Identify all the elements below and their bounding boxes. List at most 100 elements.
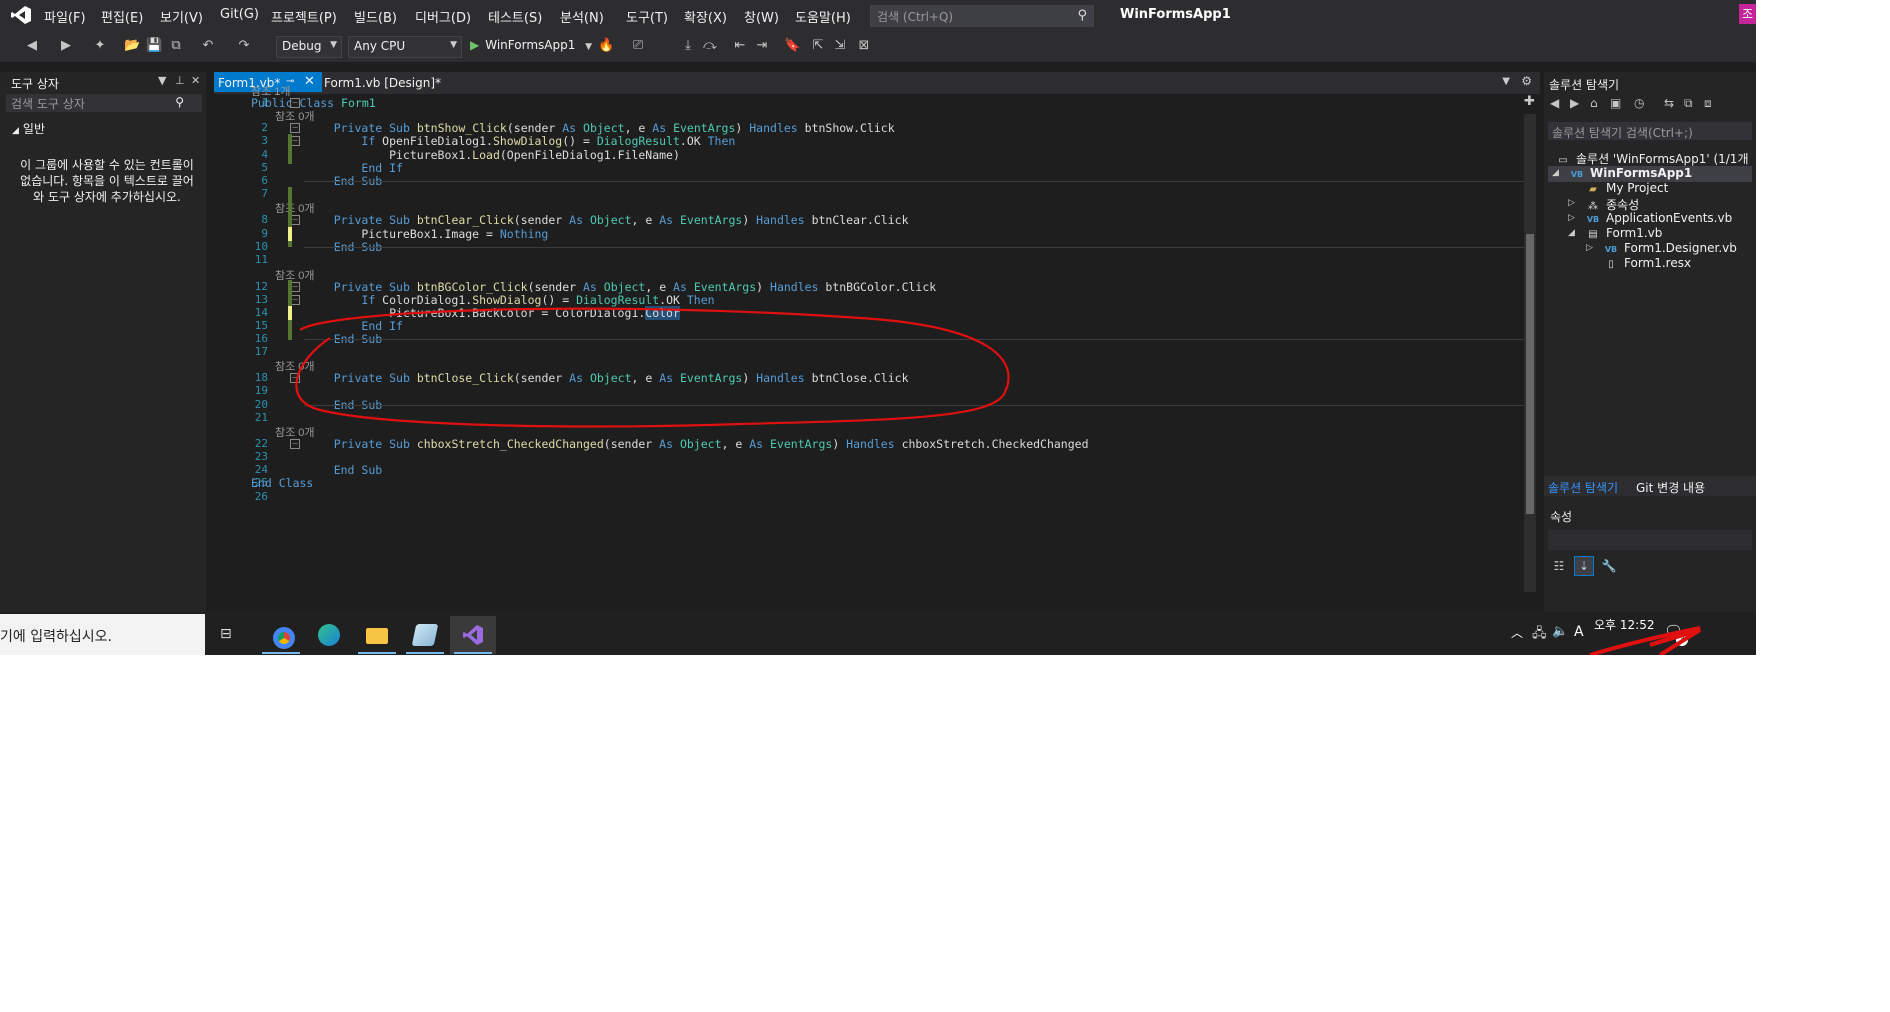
edge-app-icon[interactable] [306,616,352,654]
menu-tools[interactable]: 도구(T) [626,7,668,26]
scrollbar-thumb[interactable] [1526,234,1534,514]
chevron-down-icon[interactable]: ▼ [158,74,166,87]
task-view-icon[interactable]: ⊟ [220,626,238,642]
tree-item-form1[interactable]: ◢ ▤ Form1.vb [1568,226,1662,240]
pin-icon[interactable]: ⊥ [175,74,185,87]
fold-toggle-icon[interactable]: − [290,439,300,449]
toolbox-search-input[interactable]: 검색 도구 상자 ⚲ [6,94,202,112]
search-input[interactable]: 검색 (Ctrl+Q) ⚲ [870,5,1094,27]
tree-item-form1-resx[interactable]: ▯ Form1.resx [1604,256,1691,270]
properties-object-select[interactable] [1548,530,1752,550]
chrome-app-icon[interactable] [258,616,304,654]
start-debugging-button[interactable]: ▶ WinFormsApp1 ▼ [470,38,592,52]
chevron-down-icon[interactable]: ▼ [1502,76,1510,87]
collapse-all-icon[interactable]: ⧉ [1684,96,1693,111]
save-icon[interactable]: 💾 [146,38,162,54]
property-pages-icon[interactable]: 🔧 [1600,557,1618,575]
expand-arrow-icon[interactable]: ▷ [1568,213,1575,223]
open-file-icon[interactable]: 📂 [124,38,140,54]
categorized-icon[interactable]: ☷ [1550,557,1568,575]
step-over-icon[interactable]: ⤼ [702,38,718,54]
menu-project[interactable]: 프로젝트(P) [271,7,337,26]
hot-reload-icon[interactable]: 🔥 [598,38,614,54]
code-editor[interactable]: 참조 1개 1− Public Class Form1 참조 0개 2− Private… [214,86,1540,612]
close-icon[interactable]: ✕ [191,74,200,87]
code-line[interactable]: Private Sub btnClose_Click(sender As Obj… [306,371,909,385]
forward-icon[interactable]: ▶ [1570,96,1579,110]
prev-bookmark-icon[interactable]: ⇱ [810,38,826,54]
configuration-select[interactable]: Debug ▼ [276,36,342,58]
tree-item-my-project[interactable]: ▰ My Project [1586,181,1668,195]
switch-views-icon[interactable]: ▣ [1610,96,1621,110]
code-line[interactable]: PictureBox1.Image = Nothing [306,227,548,241]
menu-help[interactable]: 도움말(H) [795,7,851,26]
gear-icon[interactable]: ⚙ [1521,74,1532,88]
editor-scrollbar[interactable] [1524,114,1536,592]
code-line[interactable]: Private Sub chboxStretch_CheckedChanged(… [306,437,1089,451]
back-icon[interactable]: ◀ [1550,96,1559,110]
taskbar-clock[interactable]: 오후 12:52 [1594,616,1654,633]
tree-project[interactable]: ◢ VB WinFormsApp1 [1552,166,1692,180]
clear-bookmarks-icon[interactable]: ⊠ [856,38,872,54]
navigate-back-icon[interactable]: ◀ [24,38,40,54]
next-bookmark-icon[interactable]: ⇲ [832,38,848,54]
menu-git[interactable]: Git(G) [220,7,259,22]
code-line[interactable]: Private Sub btnBGColor_Click(sender As O… [306,280,936,294]
notes-app-icon[interactable] [402,616,448,654]
account-avatar[interactable]: 조 [1739,4,1756,24]
collapse-arrow-icon[interactable]: ◢ [1568,228,1575,238]
tree-item-form1-designer[interactable]: ▷ VB Form1.Designer.vb [1586,241,1737,255]
split-editor-icon[interactable]: ✚ [1524,94,1535,109]
toolbox-group-general[interactable]: ◢ 일반 [12,120,45,137]
home-icon[interactable]: ⌂ [1590,96,1598,110]
menu-debug[interactable]: 디버그(D) [415,7,471,26]
file-explorer-app-icon[interactable] [354,616,400,654]
close-icon[interactable]: ✕ [304,74,315,89]
visual-studio-logo-icon[interactable] [10,5,32,25]
menu-extensions[interactable]: 확장(X) [684,7,727,26]
menu-file[interactable]: 파일(F) [44,7,86,26]
code-line[interactable]: End If [306,161,403,175]
menu-build[interactable]: 빌드(B) [354,7,397,26]
menu-edit[interactable]: 편집(E) [101,7,143,26]
indent-icon[interactable]: ⇥ [754,38,770,54]
code-line[interactable]: End Class [251,476,313,490]
navigate-forward-icon[interactable]: ▶ [58,38,74,54]
ime-indicator[interactable]: A [1574,624,1584,640]
volume-icon[interactable]: 🔈 [1552,624,1568,639]
visual-studio-app-icon[interactable] [450,616,496,654]
expand-arrow-icon[interactable]: ▷ [1586,243,1593,253]
tab-form1-design[interactable]: Form1.vb [Design]* [324,72,524,92]
tree-solution-root[interactable]: ▭ 솔루션 'WinFormsApp1' (1/1개 [1556,150,1748,167]
sync-icon[interactable]: ⇆ [1664,96,1674,110]
show-all-files-icon[interactable]: ⧈ [1704,96,1712,111]
menu-test[interactable]: 테스트(S) [488,7,542,26]
step-into-icon[interactable]: ⤓ [680,38,696,54]
bookmark-icon[interactable]: 🔖 [784,38,800,54]
fold-toggle-icon[interactable]: − [290,123,300,133]
network-icon[interactable]: 🖧 [1532,624,1547,646]
tab-git-changes[interactable]: Git 변경 내용 [1636,479,1705,496]
fold-toggle-icon[interactable]: − [290,373,300,383]
menu-window[interactable]: 창(W) [744,7,779,26]
code-line[interactable]: PictureBox1.BackColor = ColorDialog1.Col… [306,306,680,320]
tab-solution-explorer[interactable]: 솔루션 탐색기 [1548,479,1618,496]
taskbar-search-box[interactable]: 기에 입력하십시오. [0,614,205,655]
platform-select[interactable]: Any CPU ▼ [348,36,462,58]
outdent-icon[interactable]: ⇤ [732,38,748,54]
code-line[interactable]: If OpenFileDialog1.ShowDialog() = Dialog… [306,134,735,148]
tree-item-application-events[interactable]: ▷ VB ApplicationEvents.vb [1568,211,1732,225]
expand-arrow-icon[interactable]: ▷ [1568,198,1575,208]
collapse-arrow-icon[interactable]: ◢ [1552,168,1559,178]
redo-icon[interactable]: ↷ [236,38,252,54]
code-line[interactable]: End If [306,319,403,333]
code-line[interactable]: Private Sub btnShow_Click(sender As Obje… [306,121,895,135]
code-line[interactable]: PictureBox1.Load(OpenFileDialog1.FileNam… [306,148,680,162]
chevron-down-icon[interactable]: ▼ [585,42,592,52]
code-line[interactable]: If ColorDialog1.ShowDialog() = DialogRes… [306,293,714,307]
new-project-icon[interactable]: ✦ [92,38,108,54]
code-line[interactable]: Private Sub btnClear_Click(sender As Obj… [306,213,909,227]
solution-search-input[interactable]: 솔루션 탐색기 검색(Ctrl+;) [1548,122,1752,140]
save-all-icon[interactable]: ⧉ [168,38,184,54]
chevron-up-icon[interactable]: ︿ [1511,624,1523,641]
